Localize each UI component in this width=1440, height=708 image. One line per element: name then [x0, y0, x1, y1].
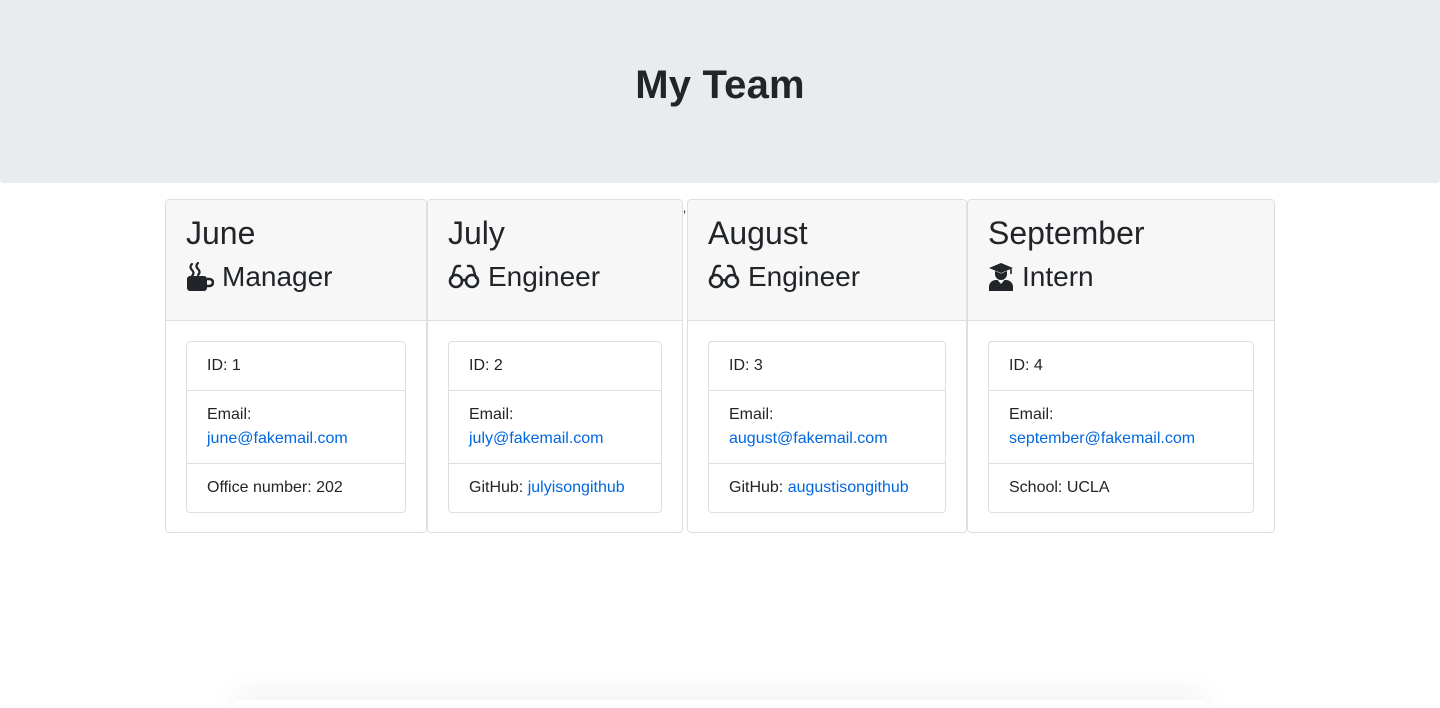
- employee-card-june: June Manager ID: 1 Email: june@fakemail.…: [165, 199, 427, 533]
- email-link[interactable]: august@fakemail.com: [729, 430, 888, 447]
- id-item: ID: 4: [1009, 357, 1043, 374]
- role-label: Engineer: [748, 261, 861, 292]
- card-body: ID: 3 Email: august@fakemail.com GitHub:…: [688, 321, 966, 532]
- user-graduate-icon: [988, 262, 1014, 292]
- github-item: GitHub: augustisongithub: [709, 463, 945, 512]
- github-link[interactable]: julyisongithub: [528, 479, 625, 496]
- employee-card-september: September Intern ID: 4 Email: september@…: [967, 199, 1275, 533]
- employee-name: August: [708, 215, 808, 251]
- info-list: ID: 3 Email: august@fakemail.com GitHub:…: [708, 341, 946, 513]
- employee-role: Engineer: [448, 260, 662, 294]
- bottom-overlay-shadow: [232, 700, 1208, 708]
- card-header: August Engineer: [688, 200, 966, 321]
- id-item: ID: 2: [469, 357, 503, 374]
- employee-role: Engineer: [708, 260, 946, 294]
- role-label: Manager: [222, 261, 333, 292]
- employee-role: Manager: [186, 260, 406, 294]
- card-body: ID: 1 Email: june@fakemail.com Office nu…: [166, 321, 426, 532]
- page-header: My Team: [0, 0, 1440, 183]
- employee-name: July: [448, 215, 505, 251]
- school-item: School: UCLA: [989, 463, 1253, 512]
- employee-role: Intern: [988, 260, 1254, 294]
- office-number-item: Office number: 202: [187, 463, 405, 512]
- github-item: GitHub: julyisongithub: [449, 463, 661, 512]
- id-item: ID: 3: [729, 357, 763, 374]
- card-header: September Intern: [968, 200, 1274, 321]
- role-label: Engineer: [488, 261, 601, 292]
- email-link[interactable]: july@fakemail.com: [469, 430, 604, 447]
- email-item: Email: september@fakemail.com: [989, 390, 1253, 463]
- stray-mark: ʼ: [683, 208, 687, 224]
- info-list: ID: 2 Email: july@fakemail.com GitHub: j…: [448, 341, 662, 513]
- github-link[interactable]: augustisongithub: [788, 479, 909, 496]
- page-title: My Team: [635, 63, 805, 107]
- email-item: Email: july@fakemail.com: [449, 390, 661, 463]
- info-list: ID: 1 Email: june@fakemail.com Office nu…: [186, 341, 406, 513]
- role-label: Intern: [1022, 261, 1094, 292]
- github-label: GitHub:: [469, 479, 528, 496]
- employee-name: June: [186, 215, 256, 251]
- employee-card-july: July Engineer ID: 2 Email: july@fakemail…: [427, 199, 683, 533]
- email-link[interactable]: september@fakemail.com: [1009, 430, 1195, 447]
- email-item: Email: june@fakemail.com: [187, 390, 405, 463]
- email-item: Email: august@fakemail.com: [709, 390, 945, 463]
- card-body: ID: 2 Email: july@fakemail.com GitHub: j…: [428, 321, 682, 532]
- card-header: June Manager: [166, 200, 426, 321]
- id-item: ID: 1: [207, 357, 241, 374]
- email-link[interactable]: june@fakemail.com: [207, 430, 348, 447]
- glasses-icon: [708, 264, 740, 290]
- email-label: Email:: [207, 406, 252, 423]
- email-label: Email:: [1009, 406, 1054, 423]
- email-label: Email:: [469, 406, 514, 423]
- card-body: ID: 4 Email: september@fakemail.com Scho…: [968, 321, 1274, 532]
- info-list: ID: 4 Email: september@fakemail.com Scho…: [988, 341, 1254, 513]
- github-label: GitHub:: [729, 479, 788, 496]
- mug-hot-icon: [186, 262, 214, 292]
- employee-name: September: [988, 215, 1145, 251]
- card-header: July Engineer: [428, 200, 682, 321]
- glasses-icon: [448, 264, 480, 290]
- employee-card-august: August Engineer ID: 3 Email: august@fake…: [687, 199, 967, 533]
- email-label: Email:: [729, 406, 774, 423]
